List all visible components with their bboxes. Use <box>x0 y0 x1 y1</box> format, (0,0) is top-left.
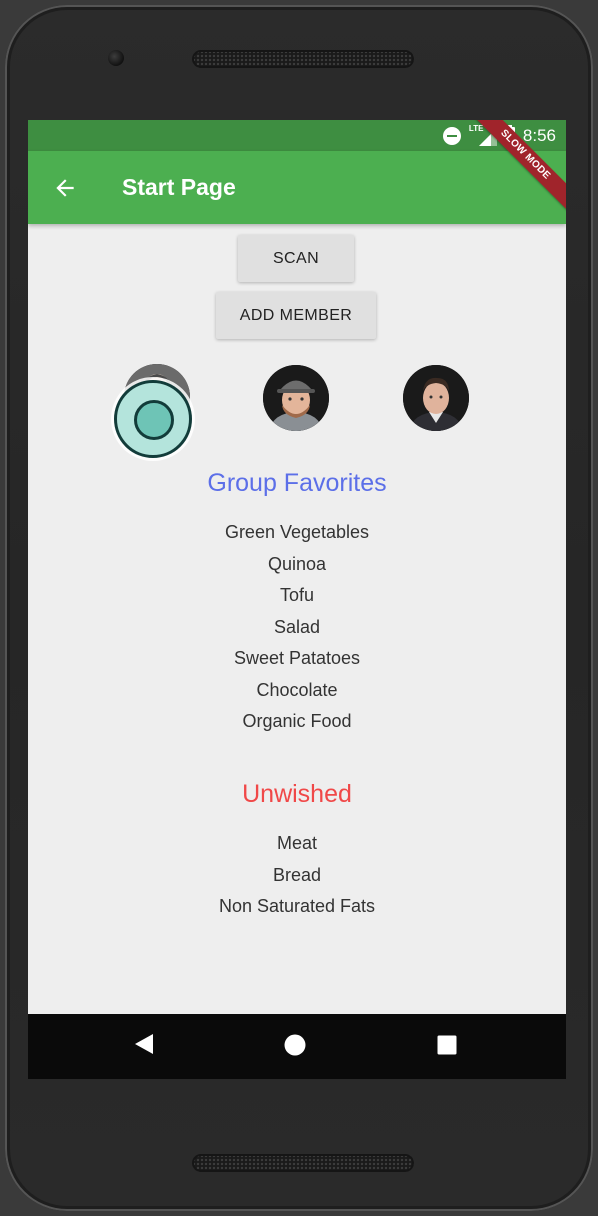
square-recents-icon[interactable] <box>437 1035 457 1055</box>
status-time: 8:56 <box>522 125 556 145</box>
touch-ripple-inner <box>134 400 174 440</box>
list-item: Quinoa <box>267 553 327 574</box>
list-item: Organic Food <box>242 711 352 731</box>
arrow-left-icon[interactable] <box>52 175 78 201</box>
list-item: Green Vegetables <box>224 522 370 542</box>
list-item: Non Saturated Fats <box>218 896 376 916</box>
list-item: Chocolate <box>256 679 338 700</box>
phone-screen: LTE 8:56 Start Page SLOW MODE SCAN ADD M… <box>28 120 566 1079</box>
app-bar: Start Page <box>28 151 566 224</box>
member-avatar[interactable] <box>403 365 469 431</box>
unwished-title: Unwished <box>242 780 352 808</box>
scan-button[interactable]: SCAN <box>238 235 354 282</box>
member-photo <box>403 365 469 431</box>
list-item: Tofu <box>279 585 315 605</box>
do-not-disturb-icon <box>442 126 461 145</box>
page-title: Start Page <box>122 174 236 200</box>
front-camera <box>108 50 124 66</box>
member-photo <box>263 365 329 431</box>
list-item: Salad <box>273 616 321 637</box>
list-item: Meat <box>276 833 318 853</box>
favorites-list: Green Vegetables Quinoa Tofu Salad Sweet… <box>28 517 566 738</box>
group-favorites-title: Group Favorites <box>207 469 387 497</box>
top-speaker-grille <box>192 50 414 68</box>
list-item: Bread <box>272 864 322 885</box>
system-nav-bar <box>28 1014 566 1079</box>
triangle-back-icon[interactable] <box>133 1032 155 1056</box>
bottom-speaker-grille <box>192 1154 414 1172</box>
unwished-list: Meat Bread Non Saturated Fats <box>28 828 566 923</box>
member-avatar[interactable] <box>263 365 329 431</box>
add-member-button[interactable]: ADD MEMBER <box>216 292 376 339</box>
list-item: Sweet Patatoes <box>233 648 361 668</box>
circle-home-icon[interactable] <box>284 1034 306 1056</box>
